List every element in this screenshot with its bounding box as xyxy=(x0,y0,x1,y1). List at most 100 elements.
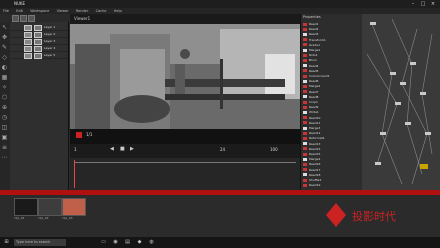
node-type-icon xyxy=(303,178,307,182)
node-type-icon xyxy=(303,43,307,47)
play-forward-icon[interactable]: ▶ xyxy=(130,146,134,152)
playhead[interactable] xyxy=(74,160,75,188)
layer-row[interactable]: Layer 1 xyxy=(10,24,68,31)
node-item-label: Shuffle1 xyxy=(309,178,322,182)
color-tool-icon[interactable]: ◐ xyxy=(1,64,8,71)
select-tool-icon[interactable]: ↖ xyxy=(1,24,8,31)
node-item-label: Read12 xyxy=(309,131,321,136)
node-type-icon xyxy=(303,152,307,156)
node-type-icon xyxy=(303,64,307,68)
layer-row[interactable]: Layer 3 xyxy=(10,38,68,45)
other-tool-icon[interactable]: ⋯ xyxy=(1,154,8,161)
node-type-icon xyxy=(303,27,307,31)
node-item-label: Write1 xyxy=(309,110,319,115)
browser-icon[interactable]: ◉ xyxy=(112,239,119,246)
filter-tool-icon[interactable]: ✧ xyxy=(1,84,8,91)
node-type-icon xyxy=(303,110,307,114)
viewer-canvas[interactable]: 1/1 xyxy=(70,24,300,144)
title-bar: NUKE – □ × xyxy=(0,0,440,8)
node-item-label: Transform1 xyxy=(309,37,326,42)
node-type-icon xyxy=(303,147,307,151)
fps-field[interactable]: 24 xyxy=(220,147,225,152)
minimize-icon[interactable]: – xyxy=(408,1,418,7)
clip-thumbnail[interactable] xyxy=(62,198,86,216)
merge-tool-icon[interactable]: ⊕ xyxy=(1,104,8,111)
node-item-label: Read15 xyxy=(309,152,321,156)
maximize-icon[interactable]: □ xyxy=(418,1,428,7)
node-type-icon xyxy=(303,90,307,94)
node-graph[interactable] xyxy=(362,14,440,190)
layer-row[interactable]: Layer 5 xyxy=(10,52,68,59)
node-type-icon xyxy=(303,38,307,42)
layer-name: Layer 5 xyxy=(44,53,56,57)
task-view-icon[interactable]: ▭ xyxy=(100,239,107,246)
time-tool-icon[interactable]: ◷ xyxy=(1,114,8,121)
current-frame[interactable]: 1 xyxy=(74,147,77,152)
clip-thumbnail[interactable] xyxy=(14,198,38,216)
node-type-icon xyxy=(303,168,307,172)
node-item-label: Read6 xyxy=(309,79,319,84)
play-backward-icon[interactable]: ◀ xyxy=(110,146,114,152)
end-frame-field[interactable]: 100 xyxy=(270,147,278,152)
3d-tool-icon[interactable]: ◫ xyxy=(1,124,8,131)
new-layer-icon[interactable] xyxy=(12,15,19,22)
layer-row[interactable]: Layer 4 xyxy=(10,45,68,52)
node-item-label: Merge1 xyxy=(309,48,321,52)
watermark-text: 投影时代 xyxy=(352,209,396,223)
node-item-label: Merge3 xyxy=(309,126,321,130)
node-item-label: Read3 xyxy=(309,32,319,37)
node-item-label: Read14 xyxy=(309,146,321,151)
folder-icon[interactable]: ▤ xyxy=(124,239,131,246)
timeline[interactable] xyxy=(70,158,300,190)
node-item-label: Read11 xyxy=(309,120,321,125)
node-type-icon xyxy=(303,126,307,130)
node-item-label: Read7 xyxy=(309,89,319,94)
delete-icon[interactable] xyxy=(28,15,35,22)
start-icon[interactable]: ⊞ xyxy=(3,239,10,246)
node-item-label: Read8 xyxy=(309,94,319,99)
node-type-icon xyxy=(303,84,307,88)
layer-thumbnail xyxy=(24,53,32,59)
node-type-icon xyxy=(303,22,307,26)
node-type-icon xyxy=(303,69,307,73)
paint-tool-icon[interactable]: ✎ xyxy=(1,44,8,51)
node-item-label: ColorCorrect1 xyxy=(309,74,330,78)
properties-panel: Properties Read1 Read2 Read3 Transform1 Grad… xyxy=(300,14,363,190)
watermark-graphic: 投影时代 xyxy=(326,203,396,227)
roto-tool-icon[interactable]: ◇ xyxy=(1,54,8,61)
app-icon[interactable]: ◆ xyxy=(136,239,143,246)
layers-panel: Layer 1 Layer 2 Layer 3 Layer 4 Layer 5 xyxy=(10,22,69,190)
views-tool-icon[interactable]: ▣ xyxy=(1,134,8,141)
node-type-icon xyxy=(303,58,307,62)
close-icon[interactable]: × xyxy=(428,1,438,7)
nuke-app-icon[interactable]: ◍ xyxy=(148,239,155,246)
window-title: NUKE xyxy=(14,1,26,6)
taskbar-search[interactable]: Type here to search xyxy=(14,239,66,246)
channel-tool-icon[interactable]: ▦ xyxy=(1,74,8,81)
node-item-label: Grade1 xyxy=(309,42,321,47)
node-item-label: Read9 xyxy=(309,105,319,110)
node-item-label: Read10 xyxy=(309,115,321,120)
timeline-ruler xyxy=(74,162,296,163)
node-item-label: Read1 xyxy=(309,22,319,26)
layer-row[interactable]: Layer 2 xyxy=(10,31,68,38)
node-item-label: Merge2 xyxy=(309,84,321,89)
node-item-label: Blur1 xyxy=(309,58,317,63)
viewer-header: Viewer1 xyxy=(70,14,300,24)
stop-icon[interactable]: ■ xyxy=(120,146,125,152)
node-type-icon xyxy=(303,131,307,135)
node-item-label: Read5 xyxy=(309,68,319,73)
clip-name: clip_03 xyxy=(62,216,73,220)
node-item-label: Merge4 xyxy=(309,157,321,162)
metadata-tool-icon[interactable]: ≡ xyxy=(1,144,8,151)
node-type-icon xyxy=(303,74,307,78)
layers-toolbar xyxy=(0,14,70,22)
node-item-label: Reformat1 xyxy=(309,136,325,141)
duplicate-icon[interactable] xyxy=(20,15,27,22)
panel-title: Properties xyxy=(303,15,321,19)
keyer-tool-icon[interactable]: ⬡ xyxy=(1,94,8,101)
clip-thumbnail[interactable] xyxy=(38,198,62,216)
transform-tool-icon[interactable]: ✥ xyxy=(1,34,8,41)
taskbar: ⊞ Type here to search ▭ ◉ ▤ ◆ ◍ xyxy=(0,237,440,248)
property-node-item[interactable]: Read19 xyxy=(303,183,361,188)
